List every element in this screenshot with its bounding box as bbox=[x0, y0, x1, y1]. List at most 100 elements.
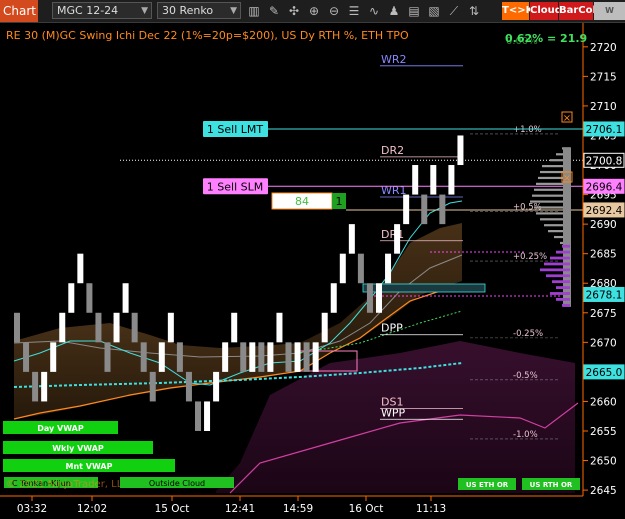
svg-text:US RTH OR: US RTH OR bbox=[530, 481, 573, 489]
volume-profile-bar bbox=[556, 298, 570, 301]
volume-profile-bar bbox=[556, 286, 570, 289]
svg-text:2665.0: 2665.0 bbox=[586, 367, 623, 379]
renko-brick bbox=[195, 401, 201, 431]
volume-profile-bar bbox=[556, 250, 570, 254]
pct-label: -0.5% bbox=[513, 371, 538, 381]
renko-brick bbox=[258, 342, 265, 372]
renko-brick bbox=[104, 342, 111, 372]
price-label-sell-lmt: 2706.1 bbox=[583, 121, 625, 137]
y-tick-label: 2650 bbox=[590, 456, 617, 468]
renko-brick bbox=[176, 342, 183, 372]
pivot-label-dr2: DR2 bbox=[381, 144, 404, 157]
renko-brick bbox=[113, 312, 120, 343]
pivot-label-wr2: WR2 bbox=[381, 53, 407, 66]
order-tag[interactable]: 1 Sell LMT bbox=[203, 120, 268, 137]
chart-toolbar: Chart MGC 12-24 ▼ 30 Renko ▼ ▥ ✎ ✣ ⊕ ⊖ ☰… bbox=[0, 0, 625, 33]
renko-brick bbox=[23, 342, 30, 372]
price-label-position: 2692.4 bbox=[583, 202, 625, 218]
renko-brick bbox=[376, 283, 382, 313]
renko-brick bbox=[357, 253, 364, 284]
renko-brick bbox=[204, 401, 211, 431]
y-tick-label: 2710 bbox=[590, 101, 617, 113]
x-tick-label: 12:41 bbox=[225, 503, 255, 515]
instrument-selector[interactable]: MGC 12-24 ▼ bbox=[52, 2, 152, 19]
y-tick-label: 2690 bbox=[590, 219, 617, 231]
renko-brick bbox=[158, 342, 165, 372]
x-tick-label: 16 Oct bbox=[349, 503, 384, 515]
us-rth-or-button[interactable]: US RTH OR bbox=[522, 478, 580, 490]
legend-mnt-vwap: Mnt VWAP bbox=[3, 459, 175, 472]
trend-icon[interactable]: ⟋ bbox=[446, 3, 462, 19]
volume-profile-bar bbox=[552, 280, 570, 284]
volume-profile-bar bbox=[546, 274, 570, 278]
order-icon[interactable]: ⇅ bbox=[466, 3, 482, 19]
us-eth-or-button[interactable]: US ETH OR bbox=[458, 478, 516, 490]
chevron-down-icon: ▼ bbox=[230, 6, 237, 16]
instrument-value: MGC 12-24 bbox=[57, 4, 119, 17]
draw-tools-icon[interactable]: ✎ bbox=[266, 3, 282, 19]
svg-text:2706.1: 2706.1 bbox=[586, 124, 623, 136]
pivot-label-dr1: DR1 bbox=[381, 228, 404, 241]
renko-brick bbox=[385, 253, 392, 284]
volume-profile-bar bbox=[562, 303, 570, 307]
renko-brick bbox=[59, 312, 66, 343]
y-tick-label: 2715 bbox=[590, 71, 617, 83]
zoom-out-icon[interactable]: ⊖ bbox=[326, 3, 342, 19]
order-tag-label: 1 Sell LMT bbox=[207, 123, 263, 136]
tk-toggle-button[interactable]: T<>K bbox=[502, 2, 533, 20]
volume-profile-bar bbox=[544, 262, 570, 266]
chart-title: RE 30 (M)GC Swing Ichi Dec 22 (1%=20p=$2… bbox=[6, 29, 409, 42]
x-tick-label: 14:59 bbox=[283, 503, 313, 515]
y-tick-label: 2685 bbox=[590, 249, 617, 261]
renko-brick bbox=[285, 342, 292, 372]
data-series-icon[interactable]: ▧ bbox=[426, 3, 442, 19]
order-tag[interactable]: 1 Sell SLM bbox=[203, 178, 268, 195]
renko-brick bbox=[430, 165, 437, 195]
svg-text:Wkly VWAP: Wkly VWAP bbox=[52, 444, 104, 453]
volume-profile-bar bbox=[550, 292, 570, 295]
renko-brick bbox=[41, 371, 48, 402]
position-qty: 84 bbox=[295, 195, 309, 208]
close-order-icon[interactable]: × bbox=[561, 171, 573, 184]
svg-text:2696.4: 2696.4 bbox=[586, 181, 623, 193]
bar-type-selector[interactable]: 30 Renko ▼ bbox=[157, 2, 241, 19]
wwaves-toggle-button[interactable]: W WAVES bbox=[594, 2, 625, 33]
bar-style-icon[interactable]: ▥ bbox=[246, 3, 262, 19]
renko-brick bbox=[412, 165, 419, 195]
cloud-toggle-button[interactable]: Cloud bbox=[530, 2, 562, 20]
renko-brick bbox=[222, 342, 229, 372]
x-tick-label: 12:02 bbox=[77, 503, 107, 515]
svg-text:2678.1: 2678.1 bbox=[586, 289, 623, 301]
renko-brick bbox=[403, 194, 410, 225]
pct-label: -0.25% bbox=[513, 329, 543, 339]
strategies-icon[interactable]: ♟ bbox=[386, 3, 402, 19]
renko-brick bbox=[448, 165, 455, 195]
chart-menu-button[interactable]: Chart bbox=[0, 0, 38, 22]
position-tag[interactable]: 84 1 bbox=[271, 192, 346, 210]
x-tick-label: 11:13 bbox=[416, 503, 446, 515]
barcol-toggle-button[interactable]: BarCol bbox=[559, 2, 596, 20]
pct-label: +1.0% bbox=[513, 125, 542, 135]
volume-profile-bar bbox=[550, 256, 570, 260]
copyright-text: © 2021 NinjaTrader, LLC bbox=[6, 479, 129, 490]
zoom-in-icon[interactable]: ⊕ bbox=[306, 3, 322, 19]
close-order-icon[interactable]: × bbox=[561, 111, 573, 124]
price-label-sell-slm: 2696.4 bbox=[583, 178, 625, 194]
indicators-icon[interactable]: ∿ bbox=[366, 3, 382, 19]
renko-brick bbox=[457, 135, 464, 166]
order-tag-label: 1 Sell SLM bbox=[207, 180, 263, 193]
price-label-cyan-line: 2665.0 bbox=[583, 364, 625, 380]
properties-icon[interactable]: ☰ bbox=[346, 3, 362, 19]
bar-type-value: 30 Renko bbox=[162, 4, 214, 17]
range-readout: 0.62% = 21.9 bbox=[505, 32, 587, 45]
legend-day-vwap: Day VWAP bbox=[3, 421, 118, 434]
crosshair-icon[interactable]: ✣ bbox=[286, 3, 302, 19]
x-tick-label: 15 Oct bbox=[155, 503, 190, 515]
price-chart[interactable]: WR2DR2WR1DR1DPPDS1WPP +1.0%+0.5%+0.25%-0… bbox=[0, 23, 625, 519]
price-label-last: 2700.8 bbox=[583, 152, 625, 168]
pivot-label-dpp: DPP bbox=[381, 322, 403, 335]
outside-cloud-label: Outside Cloud bbox=[149, 479, 205, 488]
svg-text:2692.4: 2692.4 bbox=[586, 205, 623, 217]
templates-icon[interactable]: ▤ bbox=[406, 3, 422, 19]
renko-brick bbox=[131, 312, 138, 343]
